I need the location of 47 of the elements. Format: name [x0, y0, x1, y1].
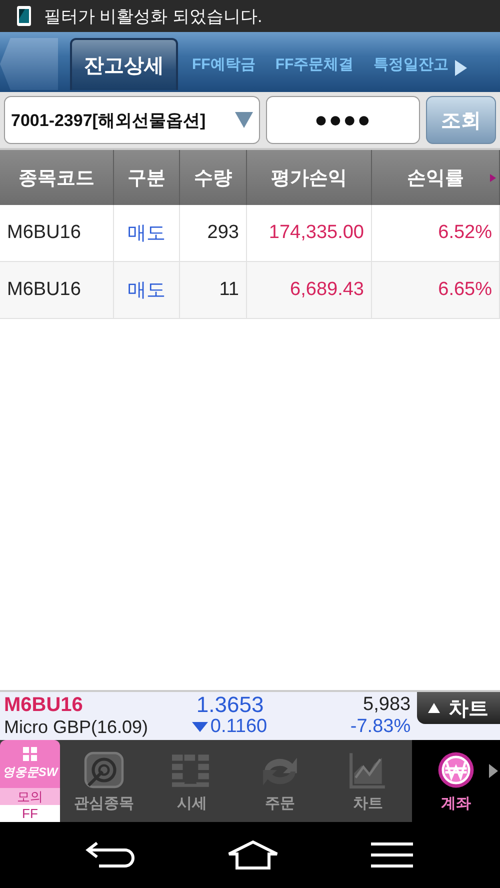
password-field[interactable]: ●●●●: [266, 96, 420, 144]
nav-tab[interactable]: 관심종목: [60, 740, 148, 822]
tab[interactable]: FF주문체결: [269, 38, 360, 90]
price-change: 0.1160: [210, 716, 268, 738]
volume: 5,983: [363, 694, 411, 716]
table-cell: 11: [180, 262, 247, 318]
notification-text: 필터가 비활성화 되었습니다.: [44, 6, 262, 28]
table-cell: 174,335.00: [247, 205, 372, 261]
column-header: 구분: [114, 150, 180, 205]
back-icon: [85, 840, 137, 870]
home-icon: [227, 840, 279, 870]
table-cell: 매도: [114, 262, 180, 318]
dropdown-caret-icon: [235, 112, 253, 128]
search-button[interactable]: 조회: [426, 96, 496, 144]
symbol-name: Micro GBP(16.09): [4, 716, 150, 738]
up-triangle-icon: [428, 703, 440, 713]
table-cell: M6BU16: [0, 205, 114, 261]
current-price: 1.3653: [195, 694, 265, 716]
back-button[interactable]: [0, 38, 58, 90]
column-header: 종목코드: [0, 150, 114, 205]
tab[interactable]: 잔고상세: [70, 38, 178, 90]
more-columns-icon: [490, 174, 496, 182]
menu-icon: [369, 840, 415, 870]
tab[interactable]: 특정일잔고: [368, 38, 455, 90]
column-header: 수량: [180, 150, 247, 205]
account-dropdown[interactable]: 7001-2397[해외선물옵션]: [4, 96, 260, 144]
app-switch-button[interactable]: 영웅문SW 모의 FF: [0, 740, 60, 822]
scroll-right-icon: [454, 60, 467, 76]
table-cell: 6.52%: [372, 205, 500, 261]
table-cell: 6,689.43: [247, 262, 372, 318]
table-cell: 6.65%: [372, 262, 500, 318]
tab[interactable]: FF예탁금: [186, 38, 262, 90]
nav-tab[interactable]: 시세: [148, 740, 236, 822]
apps-icon: [23, 747, 37, 761]
nav-tab[interactable]: 차트: [324, 740, 412, 822]
nav-tab[interactable]: 주문: [236, 740, 324, 822]
table-cell: M6BU16: [0, 262, 114, 318]
phone-icon: [16, 5, 32, 27]
target-icon: [82, 750, 126, 790]
symbol-code: M6BU16: [4, 694, 84, 716]
table-cell: 293: [180, 205, 247, 261]
nav-tab[interactable]: 계좌: [412, 740, 500, 822]
change-rate: -7.83%: [350, 716, 411, 738]
column-header: 평가손익: [247, 150, 372, 205]
scroll-right-icon: [489, 764, 498, 778]
table-cell: 매도: [114, 205, 180, 261]
chart-button[interactable]: 차트: [416, 692, 500, 724]
